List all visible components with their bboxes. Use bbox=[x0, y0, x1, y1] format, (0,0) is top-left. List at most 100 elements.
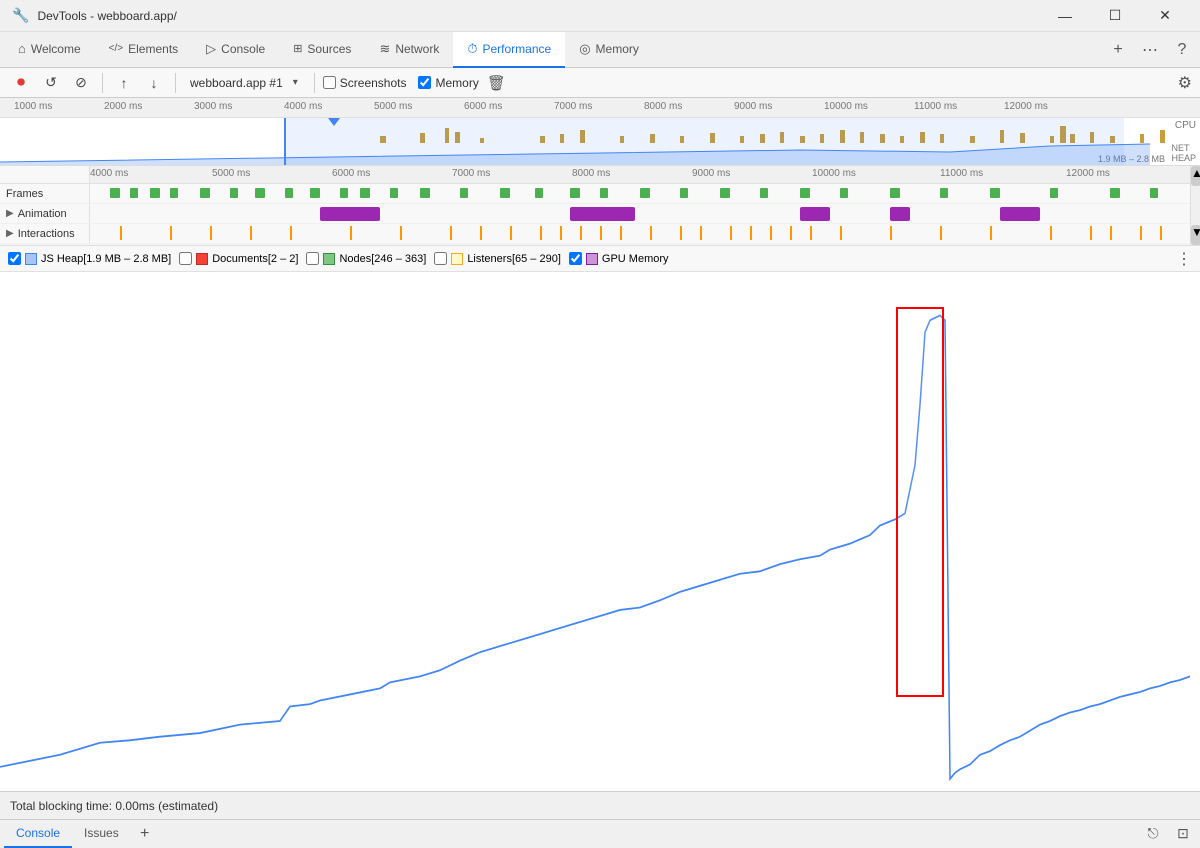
int-bar-18 bbox=[700, 226, 702, 240]
listeners-color bbox=[451, 253, 463, 265]
tab-console[interactable]: ▷ Console bbox=[192, 32, 279, 68]
int-bar-30 bbox=[1110, 226, 1112, 240]
tab-sources[interactable]: ⊞ Sources bbox=[279, 32, 365, 68]
gpu-memory-color bbox=[586, 253, 598, 265]
scrubber-handle[interactable] bbox=[328, 118, 340, 126]
memory-checkbox-label[interactable]: Memory bbox=[418, 76, 478, 90]
trash-button[interactable]: 🗑 bbox=[487, 74, 506, 92]
tab-welcome[interactable]: ⌂ Welcome bbox=[4, 32, 95, 68]
int-bar-24 bbox=[840, 226, 842, 240]
memory-checkbox[interactable] bbox=[418, 76, 431, 89]
animation-content bbox=[90, 204, 1200, 223]
toolbar-separator-2 bbox=[175, 73, 176, 93]
add-tab-plus[interactable]: + bbox=[131, 820, 159, 848]
memory-section: JS Heap[1.9 MB – 2.8 MB] Documents[2 – 2… bbox=[0, 246, 1200, 791]
frames-track: Frames bbox=[0, 184, 1200, 204]
upload-button[interactable]: ↑ bbox=[111, 70, 137, 96]
frame-bar-4 bbox=[170, 188, 178, 198]
bottom-tab-console-label: Console bbox=[16, 826, 60, 840]
legend-listeners[interactable]: Listeners[65 – 290] bbox=[434, 252, 561, 265]
frame-bar-24 bbox=[840, 188, 848, 198]
tab-performance[interactable]: ⏱ Performance bbox=[453, 32, 565, 68]
int-bar-22 bbox=[790, 226, 792, 240]
frame-bar-11 bbox=[360, 188, 370, 198]
legend-nodes[interactable]: Nodes[246 – 363] bbox=[306, 252, 426, 265]
frame-bar-7 bbox=[255, 188, 265, 198]
tick-11000: 11000 ms bbox=[914, 101, 957, 112]
nodes-checkbox[interactable] bbox=[306, 252, 319, 265]
int-bar-12 bbox=[560, 226, 562, 240]
more-menu-button[interactable]: ⋯ bbox=[1136, 36, 1164, 64]
frame-bar-25 bbox=[890, 188, 900, 198]
minimize-button[interactable]: — bbox=[1042, 0, 1088, 32]
anim-bar-2 bbox=[570, 207, 635, 221]
js-heap-line bbox=[0, 315, 1190, 778]
int-bar-6 bbox=[350, 226, 352, 240]
screenshots-label: Screenshots bbox=[340, 76, 407, 90]
network-icon: ≋ bbox=[379, 41, 390, 57]
int-bar-21 bbox=[770, 226, 772, 240]
bottom-tab-console[interactable]: Console bbox=[4, 820, 72, 848]
record-button[interactable]: ⏺ bbox=[8, 70, 34, 96]
legend-documents[interactable]: Documents[2 – 2] bbox=[179, 252, 298, 265]
int-bar-32 bbox=[1160, 226, 1162, 240]
tab-sources-label: Sources bbox=[307, 42, 351, 56]
interactions-expand[interactable]: ▶ bbox=[6, 228, 14, 239]
add-tab-button[interactable]: + bbox=[1104, 36, 1132, 64]
tab-welcome-label: Welcome bbox=[31, 42, 81, 56]
tl-tick-4000: 4000 ms bbox=[90, 168, 128, 179]
bottom-tab-actions: ⎋ ⊡ bbox=[1140, 821, 1196, 847]
bottom-tab-issues[interactable]: Issues bbox=[72, 820, 131, 848]
frame-bar-10 bbox=[340, 188, 348, 198]
dock-button[interactable]: ⊡ bbox=[1170, 821, 1196, 847]
scrollbar-thumb-up[interactable]: ▲ bbox=[1191, 166, 1200, 186]
clear-button[interactable]: ⊘ bbox=[68, 70, 94, 96]
frame-bar-12 bbox=[390, 188, 398, 198]
settings-button[interactable]: ⚙ bbox=[1178, 73, 1192, 93]
performance-icon: ⏱ bbox=[467, 41, 477, 57]
dropdown-arrow[interactable]: ▾ bbox=[293, 77, 298, 88]
app-icon: 🔧 bbox=[12, 7, 29, 24]
int-bar-31 bbox=[1140, 226, 1142, 240]
cpu-label: CPU bbox=[1175, 120, 1196, 131]
refresh-record-button[interactable]: ↺ bbox=[38, 70, 64, 96]
frame-bar-29 bbox=[1110, 188, 1120, 198]
close-button[interactable]: ✕ bbox=[1142, 0, 1188, 32]
int-bar-25 bbox=[890, 226, 892, 240]
tab-elements[interactable]: </> Elements bbox=[95, 32, 193, 68]
js-heap-checkbox[interactable] bbox=[8, 252, 21, 265]
gpu-memory-checkbox[interactable] bbox=[569, 252, 582, 265]
animation-label-text: Animation bbox=[18, 208, 67, 220]
animation-track: ▶ Animation bbox=[0, 204, 1200, 224]
int-bar-20 bbox=[750, 226, 752, 240]
screenshots-checkbox[interactable] bbox=[323, 76, 336, 89]
legend-gpu-memory[interactable]: GPU Memory bbox=[569, 252, 669, 265]
tl-tick-11000: 11000 ms bbox=[940, 168, 983, 179]
int-bar-4 bbox=[250, 226, 252, 240]
interactions-label: ▶ Interactions bbox=[0, 224, 90, 243]
frame-bar-5 bbox=[200, 188, 210, 198]
screenshots-checkbox-label[interactable]: Screenshots bbox=[323, 76, 407, 90]
int-bar-23 bbox=[810, 226, 812, 240]
toolbar-separator-1 bbox=[102, 73, 103, 93]
help-button[interactable]: ? bbox=[1168, 36, 1196, 64]
memory-tab-icon: ◎ bbox=[579, 41, 590, 57]
overview-selection[interactable] bbox=[284, 118, 1124, 166]
listeners-checkbox[interactable] bbox=[434, 252, 447, 265]
int-bar-13 bbox=[580, 226, 582, 240]
frame-bar-1 bbox=[110, 188, 120, 198]
scrollbar-thumb-down[interactable]: ▼ bbox=[1191, 225, 1200, 245]
popout-button[interactable]: ⎋ bbox=[1140, 821, 1166, 847]
memory-more-button[interactable]: ⋮ bbox=[1176, 249, 1192, 269]
maximize-button[interactable]: ☐ bbox=[1092, 0, 1138, 32]
legend-js-heap[interactable]: JS Heap[1.9 MB – 2.8 MB] bbox=[8, 252, 171, 265]
listeners-label: Listeners[65 – 290] bbox=[467, 253, 561, 265]
tab-memory[interactable]: ◎ Memory bbox=[565, 32, 653, 68]
frame-bar-22 bbox=[760, 188, 768, 198]
download-button[interactable]: ↓ bbox=[141, 70, 167, 96]
animation-expand[interactable]: ▶ bbox=[6, 208, 14, 219]
documents-checkbox[interactable] bbox=[179, 252, 192, 265]
timeline-scrollbar[interactable]: ▲ ▼ bbox=[1190, 166, 1200, 245]
tab-network[interactable]: ≋ Network bbox=[365, 32, 453, 68]
window-controls: — ☐ ✕ bbox=[1042, 0, 1188, 32]
